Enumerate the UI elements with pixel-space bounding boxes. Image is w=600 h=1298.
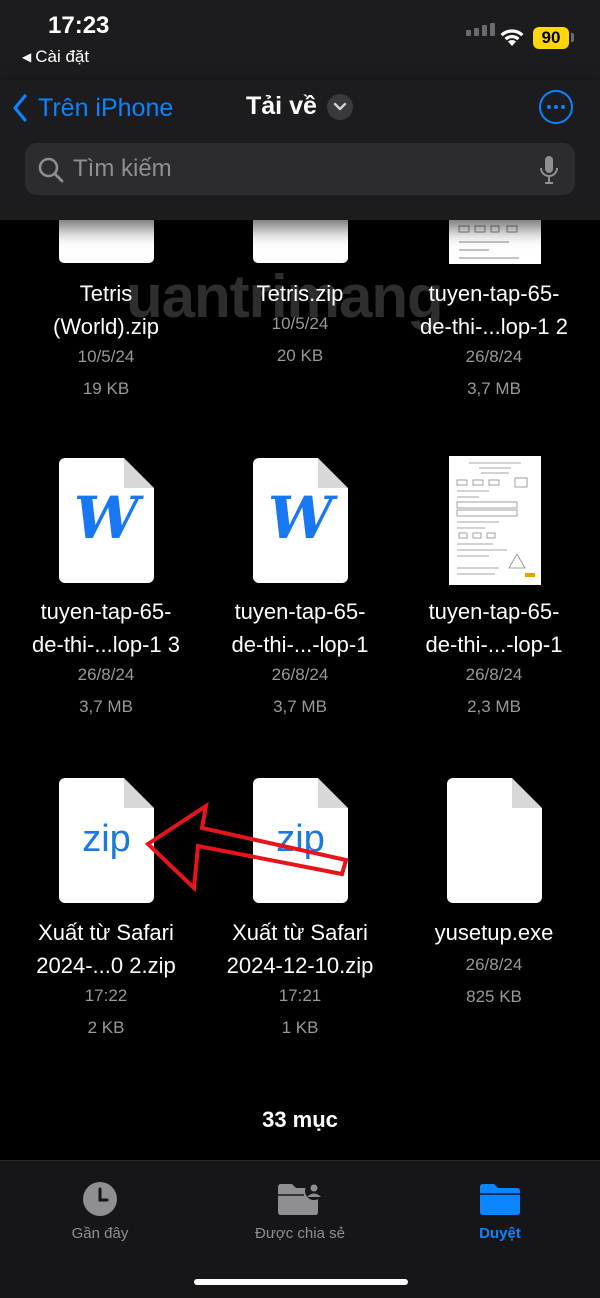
- word-document-icon: W: [59, 458, 154, 583]
- navigation-bar: Trên iPhone Tải về: [0, 80, 600, 220]
- file-date: 26/8/24: [77, 665, 135, 684]
- ellipsis-dot: [554, 105, 558, 109]
- worksheet-thumbnail: [449, 456, 541, 585]
- back-triangle-icon: ◀: [22, 50, 32, 64]
- file-item[interactable]: Xuất từ Safari 2024-12-10.zip 17:21 1 KB: [203, 916, 397, 1044]
- microphone-icon[interactable]: [539, 155, 559, 185]
- file-size: 3,7 MB: [79, 697, 133, 716]
- annotation-arrow: [144, 801, 349, 893]
- file-name-line2: de-thi-...-lop-1: [425, 632, 563, 657]
- file-item[interactable]: tuyen-tap-65- de-thi-...lop-1 2 26/8/24 …: [397, 277, 591, 405]
- back-button[interactable]: Trên iPhone: [12, 88, 173, 128]
- ellipsis-dot: [547, 105, 551, 109]
- tab-browse[interactable]: Duyệt: [400, 1181, 600, 1242]
- file-item[interactable]: tuyen-tap-65- de-thi-...-lop-1 26/8/24 2…: [397, 595, 591, 723]
- file-name: Xuất từ Safari: [38, 920, 174, 945]
- back-app-label: Cài đặt: [35, 47, 90, 66]
- file-item[interactable]: Tetris.zip 10/5/24 20 KB: [203, 277, 397, 372]
- file-name: Xuất từ Safari: [232, 920, 368, 945]
- file-date: 17:22: [84, 986, 128, 1005]
- file-date: 17:21: [278, 986, 322, 1005]
- file-name-line2: 2024-...0 2.zip: [36, 953, 176, 978]
- battery-icon: 90: [533, 27, 569, 49]
- file-size: 3,7 MB: [273, 697, 327, 716]
- search-bar[interactable]: [25, 143, 575, 195]
- item-count: 33 mục: [262, 1107, 338, 1132]
- clock-icon: [83, 1182, 117, 1216]
- file-size: 20 KB: [276, 346, 324, 365]
- file-name-line2: de-thi-...lop-1 3: [32, 632, 180, 657]
- file-date: 10/5/24: [77, 347, 135, 366]
- search-icon: [38, 157, 64, 183]
- page-title[interactable]: Tải về: [246, 92, 317, 121]
- chevron-left-icon: [13, 94, 27, 122]
- more-options-button[interactable]: [539, 90, 573, 124]
- status-time: 17:23: [48, 12, 110, 39]
- battery-nub: [571, 33, 574, 42]
- file-name-line2: 2024-12-10.zip: [226, 953, 374, 978]
- back-to-app-link[interactable]: ◀ Cài đặt: [22, 47, 89, 67]
- file-item[interactable]: Tetris (World).zip 10/5/24 19 KB: [9, 277, 203, 405]
- word-glyph: W: [73, 484, 140, 552]
- file-item[interactable]: tuyen-tap-65- de-thi-...-lop-1 26/8/24 3…: [203, 595, 397, 723]
- file-name: yusetup.exe: [434, 920, 554, 945]
- file-date: 10/5/24: [271, 314, 329, 333]
- tab-bar: Gần đây Được chia sẻ Duyệt: [0, 1160, 600, 1298]
- shared-folder-icon: [278, 1182, 323, 1215]
- tab-recents-label: Gần đây: [71, 1225, 129, 1242]
- file-name-line2: (World).zip: [53, 314, 159, 339]
- file-name: tuyen-tap-65-: [40, 599, 172, 624]
- status-bar: 17:23 ◀ Cài đặt 90: [0, 0, 600, 80]
- file-name-line2: de-thi-...lop-1 2: [420, 314, 568, 339]
- blank-document-icon: [447, 778, 542, 903]
- file-item-selected-target[interactable]: Xuất từ Safari 2024-...0 2.zip 17:22 2 K…: [9, 916, 203, 1044]
- file-name: tuyen-tap-65-: [428, 599, 560, 624]
- file-size: 2 KB: [87, 1018, 125, 1037]
- back-button-label: Trên iPhone: [38, 93, 174, 122]
- file-name: Tetris.zip: [256, 281, 344, 306]
- file-date: 26/8/24: [271, 665, 329, 684]
- tab-browse-label: Duyệt: [479, 1225, 521, 1242]
- folder-icon: [480, 1184, 520, 1215]
- file-name-line2: de-thi-...-lop-1: [231, 632, 369, 657]
- wifi-icon: [500, 29, 524, 46]
- tab-shared[interactable]: Được chia sẻ: [200, 1181, 400, 1242]
- file-date: 26/8/24: [465, 955, 523, 974]
- search-input[interactable]: [73, 143, 513, 195]
- file-date: 26/8/24: [465, 347, 523, 366]
- ellipsis-dot: [561, 105, 565, 109]
- file-size: 19 KB: [82, 379, 130, 398]
- title-menu-button[interactable]: [327, 94, 353, 120]
- file-size: 2,3 MB: [467, 697, 521, 716]
- file-name: tuyen-tap-65-: [234, 599, 366, 624]
- word-glyph: W: [267, 484, 334, 552]
- file-size: 825 KB: [466, 987, 522, 1006]
- file-size: 3,7 MB: [467, 379, 521, 398]
- word-document-icon: W: [253, 458, 348, 583]
- file-size: 1 KB: [281, 1018, 319, 1037]
- file-item[interactable]: yusetup.exe 26/8/24 825 KB: [397, 916, 591, 1013]
- file-date: 26/8/24: [465, 665, 523, 684]
- file-name: tuyen-tap-65-: [428, 281, 560, 306]
- home-indicator: [194, 1279, 408, 1285]
- chevron-down-icon: [333, 102, 347, 111]
- tab-shared-label: Được chia sẻ: [255, 1225, 345, 1242]
- tab-recents[interactable]: Gần đây: [0, 1181, 200, 1242]
- file-name: Tetris: [79, 281, 133, 306]
- file-item[interactable]: tuyen-tap-65- de-thi-...lop-1 3 26/8/24 …: [9, 595, 203, 723]
